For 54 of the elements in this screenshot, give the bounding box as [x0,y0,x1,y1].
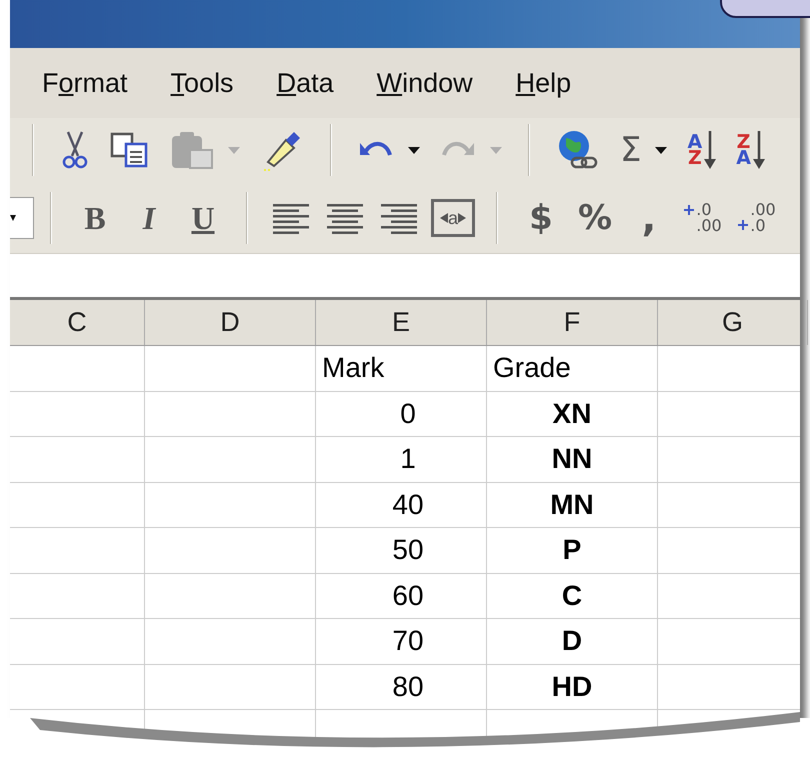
sum-button[interactable]: Σ [610,124,678,176]
column-header[interactable]: F [487,300,658,345]
dropdown-arrow-icon [10,214,16,220]
table-cell-text: 60 [392,578,424,613]
plus-arrow-icon [684,204,694,215]
sort-button[interactable]: Z A [726,124,775,176]
left-triangle-icon [440,212,448,222]
column-header[interactable]: C [10,300,145,345]
menu-item[interactable]: Data [276,62,334,104]
align-center-icon [326,202,364,234]
plus-arrow-icon [738,220,748,230]
font-size-dropdown[interactable] [10,196,34,238]
decrease-decimal-button[interactable]: .00 .0 [733,192,781,244]
column-header[interactable]: G [658,300,808,345]
table-cell-text: HD [552,670,592,704]
increase-decimal-button[interactable]: .0 .00 [679,192,727,244]
italic-button[interactable]: I [125,192,173,244]
table-cell-text: Mark [322,351,384,386]
currency-button[interactable]: $ [517,192,565,244]
align-right-icon [380,202,418,234]
scissors-icon [60,130,90,170]
comma-button[interactable]: , [625,192,673,244]
sum-glyph: Σ [620,133,642,167]
table-cell-text: 80 [392,670,424,704]
table-cell-text: 1 [400,442,416,476]
dropdown-arrow-icon [408,146,420,154]
align-left-icon [272,202,310,234]
table-cell-text: 40 [392,488,424,522]
menu-item[interactable]: Help [516,62,572,104]
table-cell-text: 0 [400,396,416,431]
dropdown-arrow-icon [490,146,502,154]
menu-item[interactable]: Format [42,62,128,104]
table-cell-text: Grade [493,351,571,386]
table-cell-text: C [562,578,582,613]
table-cell-text: NN [552,442,592,476]
table-cell-text: 70 [392,624,424,658]
sort-button[interactable]: A Z [677,124,726,176]
dropdown-arrow-icon [228,146,240,154]
column-header[interactable]: D [145,300,316,345]
table-cell-text: MN [550,488,594,522]
clipboard-icon [170,130,214,170]
table-cell-text: D [562,624,582,658]
table-cell-text: 50 [392,533,424,568]
table-cell-text: P [562,533,582,568]
underline-button[interactable]: U [179,192,227,244]
bold-button[interactable]: B [71,192,119,244]
table-cell-text: XN [552,396,592,431]
column-header[interactable]: E [316,300,487,345]
dropdown-arrow-icon [655,146,668,154]
menu-item[interactable]: Tools [170,62,234,104]
menu-item[interactable]: Window [376,62,473,104]
right-triangle-icon [458,212,466,222]
percent-button[interactable]: % [571,192,619,244]
copy-icon [110,132,150,168]
